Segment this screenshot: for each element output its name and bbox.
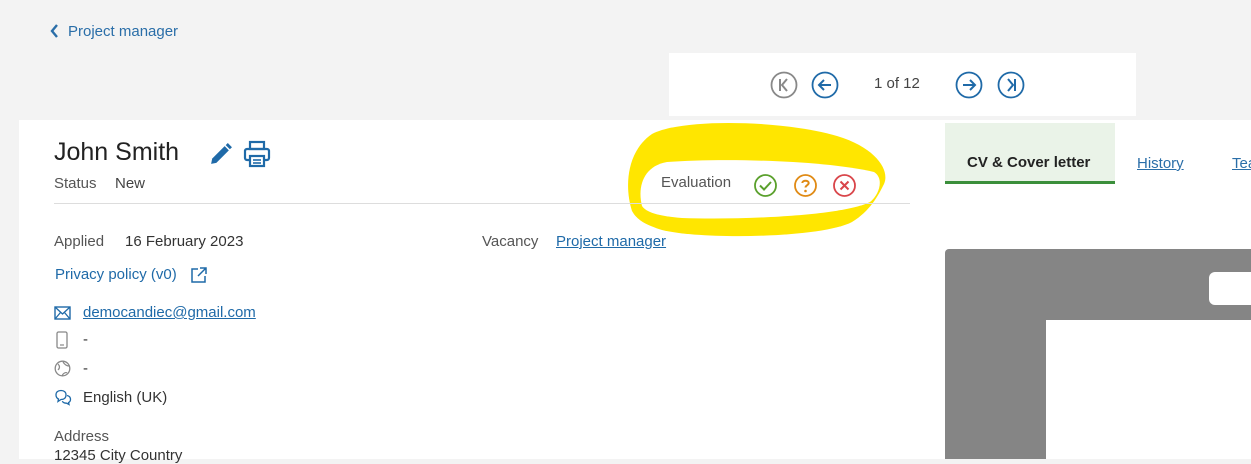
- back-link[interactable]: Project manager: [50, 20, 178, 42]
- back-link-label: Project manager: [68, 22, 179, 40]
- external-link-icon[interactable]: [190, 266, 208, 284]
- tab-cv-label: CV & Cover letter: [967, 154, 1091, 171]
- vacancy-label: Vacancy: [482, 233, 539, 250]
- language-chat-icon: [55, 389, 72, 406]
- vacancy-link[interactable]: Project manager: [556, 233, 666, 250]
- evaluation-label: Evaluation: [661, 174, 732, 191]
- website-value: -: [83, 360, 88, 377]
- email-link[interactable]: democandiec@gmail.com: [83, 304, 256, 321]
- evaluation-yes-icon[interactable]: [753, 173, 778, 198]
- next-page-icon[interactable]: [955, 71, 983, 99]
- status-label: Status: [54, 175, 97, 192]
- print-icon[interactable]: [243, 140, 271, 168]
- address-value: 12345 City Country: [54, 447, 183, 464]
- header-divider: [54, 203, 910, 204]
- language-value: English (UK): [83, 389, 168, 406]
- chevron-left-icon: [50, 24, 58, 38]
- globe-icon: [54, 360, 71, 377]
- tab-cv-cover-letter[interactable]: CV & Cover letter: [945, 123, 1115, 184]
- applied-label: Applied: [54, 233, 105, 250]
- tab-team[interactable]: Tea: [1232, 155, 1251, 172]
- last-page-icon[interactable]: [997, 71, 1025, 99]
- preview-toolbar-button[interactable]: [1209, 272, 1251, 305]
- evaluation-no-icon[interactable]: [832, 173, 857, 198]
- status-value: New: [115, 175, 146, 192]
- phone-icon: [56, 331, 68, 349]
- privacy-policy-link[interactable]: Privacy policy (v0): [55, 266, 177, 283]
- previous-page-icon[interactable]: [811, 71, 839, 99]
- edit-pencil-icon[interactable]: [208, 142, 233, 167]
- evaluation-maybe-icon[interactable]: [793, 173, 818, 198]
- first-page-icon[interactable]: [770, 71, 798, 99]
- cv-preview-page: [1046, 320, 1251, 459]
- pagination-bar: 1 of 12: [669, 53, 1136, 116]
- address-label: Address: [54, 428, 110, 445]
- phone-value: -: [83, 331, 88, 348]
- email-icon: [54, 306, 71, 320]
- applied-date: 16 February 2023: [125, 233, 244, 250]
- page-count: 1 of 12: [874, 75, 920, 92]
- candidate-name: John Smith: [54, 138, 180, 166]
- tab-history[interactable]: History: [1137, 155, 1184, 172]
